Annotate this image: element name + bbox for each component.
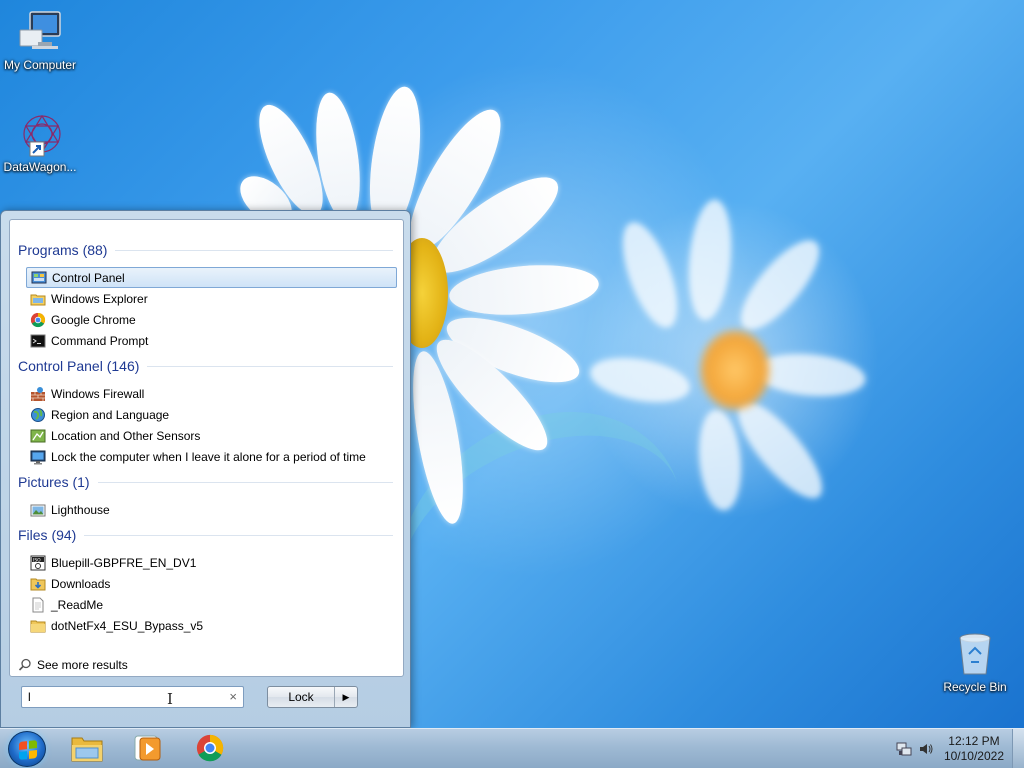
group-header-control-panel[interactable]: Control Panel (146) xyxy=(18,358,393,374)
see-more-results-link[interactable]: See more results xyxy=(18,658,128,672)
start-search-box[interactable]: I × xyxy=(21,686,244,708)
desktop-icon-label: Recycle Bin xyxy=(943,680,1007,694)
lock-button-label: Lock xyxy=(288,690,314,704)
result-windows-explorer[interactable]: Windows Explorer xyxy=(26,288,397,309)
result-label: Downloads xyxy=(51,576,111,591)
desktop-icon-label: DataWagon... xyxy=(3,160,77,174)
start-button[interactable] xyxy=(8,731,46,767)
result-label: Control Panel xyxy=(52,270,125,285)
recycle-bin-icon xyxy=(951,630,999,678)
result-readme[interactable]: _ReadMe xyxy=(26,594,397,615)
windows-logo-icon xyxy=(19,740,37,760)
system-tray: 12:12 PM 10/10/2022 xyxy=(884,729,1024,768)
result-lock-computer-setting[interactable]: Lock the computer when I leave it alone … xyxy=(26,446,397,467)
downloads-folder-icon xyxy=(30,576,46,592)
sensors-icon xyxy=(30,428,46,444)
result-label: Windows Firewall xyxy=(51,386,145,401)
globe-icon xyxy=(30,407,46,423)
result-lighthouse[interactable]: Lighthouse xyxy=(26,499,397,520)
text-cursor-icon: I xyxy=(167,690,173,708)
group-header-pictures[interactable]: Pictures (1) xyxy=(18,474,393,490)
lock-button[interactable]: Lock xyxy=(268,687,335,707)
group-header-files[interactable]: Files (94) xyxy=(18,527,393,543)
result-label: Bluepill-GBPFRE_EN_DV1 xyxy=(51,555,197,570)
desktop-icon-label: My Computer xyxy=(3,58,77,72)
clock-date: 10/10/2022 xyxy=(943,749,1004,763)
desktop-icon-recycle-bin[interactable]: Recycle Bin xyxy=(935,630,1015,694)
result-label: Google Chrome xyxy=(51,312,136,327)
desktop-icon-my-computer[interactable]: My Computer xyxy=(0,8,80,72)
clock-time: 12:12 PM xyxy=(948,734,1000,748)
taskbar-windows-explorer[interactable] xyxy=(65,732,109,766)
see-more-label: See more results xyxy=(37,658,128,672)
search-results-panel: Programs (88) Control Panel Windows Expl… xyxy=(9,219,404,677)
start-search-input[interactable] xyxy=(28,688,218,706)
command-prompt-icon xyxy=(30,333,46,349)
result-location-sensors[interactable]: Location and Other Sensors xyxy=(26,425,397,446)
result-control-panel[interactable]: Control Panel xyxy=(26,267,397,288)
chrome-icon xyxy=(195,733,225,766)
taskbar-google-chrome[interactable] xyxy=(188,732,232,766)
iso-file-icon: ISO xyxy=(30,555,46,571)
taskbar-media-player[interactable] xyxy=(125,732,169,766)
computer-icon xyxy=(16,8,64,56)
result-label: Lighthouse xyxy=(51,502,110,517)
result-label: Region and Language xyxy=(51,407,170,422)
volume-icon[interactable] xyxy=(918,741,934,757)
monitor-icon xyxy=(30,449,46,465)
search-icon xyxy=(18,658,32,672)
svg-text:ISO: ISO xyxy=(33,557,41,563)
result-label: Location and Other Sensors xyxy=(51,428,201,443)
start-menu: Programs (88) Control Panel Windows Expl… xyxy=(0,210,411,728)
windows-explorer-icon xyxy=(30,291,46,307)
picture-icon xyxy=(30,502,46,518)
result-command-prompt[interactable]: Command Prompt xyxy=(26,330,397,351)
firewall-icon xyxy=(30,386,46,402)
taskbar: 12:12 PM 10/10/2022 xyxy=(0,728,1024,768)
result-label: dotNetFx4_ESU_Bypass_v5 xyxy=(51,618,204,633)
result-label: Command Prompt xyxy=(51,333,149,348)
datawagon-shortcut-icon xyxy=(16,110,64,158)
result-bluepill-iso[interactable]: ISO Bluepill-GBPFRE_EN_DV1 xyxy=(26,552,397,573)
clock[interactable]: 12:12 PM 10/10/2022 xyxy=(944,734,1004,764)
control-panel-icon xyxy=(31,270,47,286)
group-header-programs[interactable]: Programs (88) xyxy=(18,242,393,258)
media-player-icon xyxy=(132,733,162,766)
result-label: Windows Explorer xyxy=(51,291,148,306)
arrow-right-icon: ▶ xyxy=(342,691,350,702)
network-icon[interactable] xyxy=(896,741,912,757)
result-label: _ReadMe xyxy=(51,597,104,612)
text-file-icon xyxy=(30,597,46,613)
clear-search-icon[interactable]: × xyxy=(229,689,237,704)
windows-explorer-icon xyxy=(70,733,104,766)
result-label: Lock the computer when I leave it alone … xyxy=(51,449,366,464)
power-options-arrow-button[interactable]: ▶ xyxy=(335,687,357,707)
desktop-icon-datawagon[interactable]: DataWagon... xyxy=(0,110,80,174)
chrome-icon xyxy=(30,312,46,328)
lock-button-group: Lock ▶ xyxy=(267,686,358,708)
result-google-chrome[interactable]: Google Chrome xyxy=(26,309,397,330)
show-desktop-button[interactable] xyxy=(1012,729,1024,768)
result-region-language[interactable]: Region and Language xyxy=(26,404,397,425)
folder-icon xyxy=(30,618,46,634)
result-windows-firewall[interactable]: Windows Firewall xyxy=(26,383,397,404)
result-dotnetfx4[interactable]: dotNetFx4_ESU_Bypass_v5 xyxy=(26,615,397,636)
result-downloads[interactable]: Downloads xyxy=(26,573,397,594)
